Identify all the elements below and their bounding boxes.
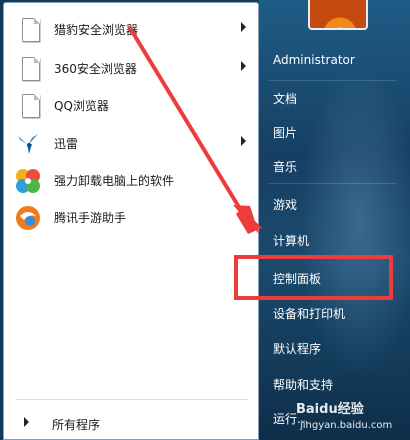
program-label: 360安全浏览器 bbox=[54, 62, 137, 76]
submenu-arrow-icon[interactable] bbox=[241, 136, 246, 146]
program-item-thunder[interactable]: 迅雷 bbox=[4, 127, 258, 161]
expand-arrow-icon bbox=[24, 417, 29, 427]
submenu-arrow-icon[interactable] bbox=[241, 61, 246, 71]
program-label: 腾讯手游助手 bbox=[54, 211, 127, 225]
program-item-tencent-game[interactable]: 腾讯手游助手 bbox=[4, 201, 258, 235]
program-label: QQ浏览器 bbox=[54, 99, 109, 113]
divider bbox=[269, 80, 397, 81]
right-item-music[interactable]: 音乐 bbox=[273, 158, 297, 175]
watermark-url: jingyan.baidu.com bbox=[300, 420, 393, 431]
program-item-uninstaller[interactable]: 强力卸载电脑上的软件 bbox=[4, 164, 258, 198]
program-item-liebao-browser[interactable]: 猎豹安全浏览器 bbox=[4, 13, 258, 47]
tencent-game-icon bbox=[14, 204, 42, 232]
program-label: 迅雷 bbox=[54, 137, 79, 151]
right-item-games[interactable]: 游戏 bbox=[273, 196, 297, 213]
all-programs-button[interactable]: 所有程序 bbox=[4, 407, 258, 437]
program-item-360-browser[interactable]: 360安全浏览器 bbox=[4, 52, 258, 86]
right-item-computer[interactable]: 计算机 bbox=[273, 232, 309, 249]
document-icon bbox=[14, 55, 42, 83]
right-item-documents[interactable]: 文档 bbox=[273, 90, 297, 107]
right-item-devices-printers[interactable]: 设备和打印机 bbox=[273, 305, 345, 322]
divider bbox=[269, 183, 397, 184]
right-item-pictures[interactable]: 图片 bbox=[273, 124, 297, 141]
right-item-administrator[interactable]: Administrator bbox=[273, 53, 355, 67]
watermark-brand: Baidu经验 bbox=[296, 402, 364, 417]
uninstall-clover-icon bbox=[14, 167, 42, 195]
program-label: 猎豹安全浏览器 bbox=[54, 23, 139, 37]
user-avatar[interactable] bbox=[308, 0, 368, 30]
start-menu: 猎豹安全浏览器 360安全浏览器 QQ浏览器 迅雷 强力卸载电脑上的软件 腾讯手… bbox=[0, 0, 410, 440]
highlight-box bbox=[234, 255, 393, 300]
right-item-default-programs[interactable]: 默认程序 bbox=[273, 340, 321, 357]
right-item-help-support[interactable]: 帮助和支持 bbox=[273, 376, 333, 393]
document-icon bbox=[14, 92, 42, 120]
submenu-arrow-icon[interactable] bbox=[241, 22, 246, 32]
divider bbox=[16, 399, 248, 400]
all-programs-label: 所有程序 bbox=[52, 418, 101, 432]
document-icon bbox=[14, 16, 42, 44]
program-list-pane: 猎豹安全浏览器 360安全浏览器 QQ浏览器 迅雷 强力卸载电脑上的软件 腾讯手… bbox=[3, 2, 259, 440]
program-item-qq-browser[interactable]: QQ浏览器 bbox=[4, 89, 258, 123]
program-label: 强力卸载电脑上的软件 bbox=[54, 174, 175, 188]
thunder-bird-icon bbox=[14, 130, 42, 158]
